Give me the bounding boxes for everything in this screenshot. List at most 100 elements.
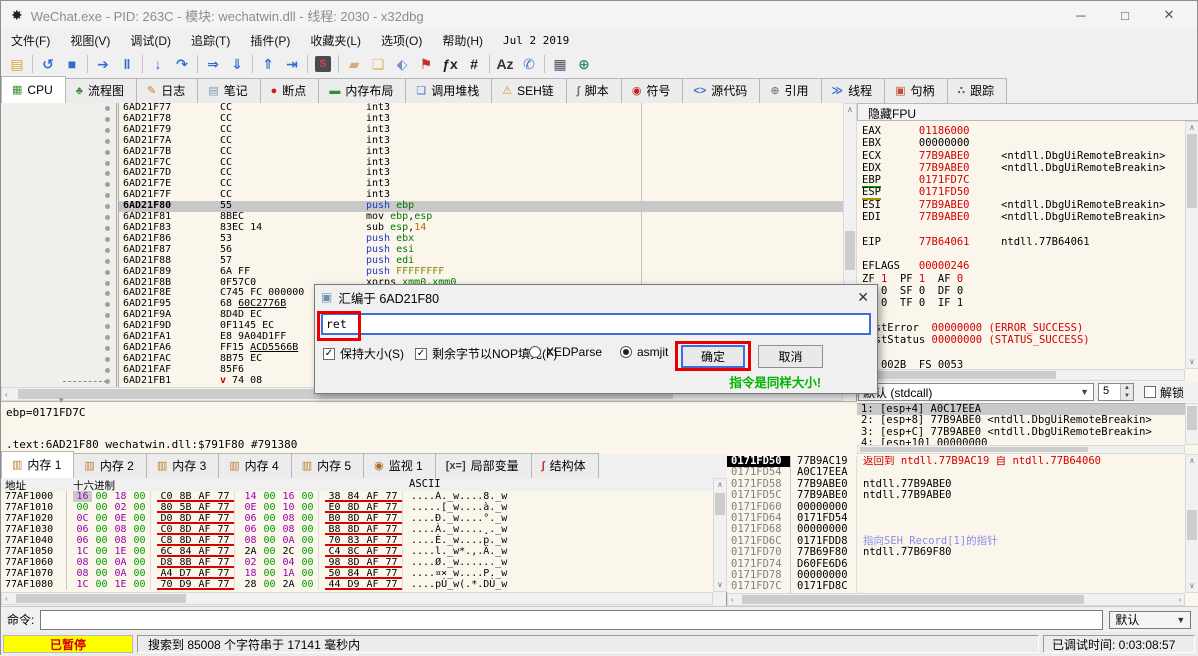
stop-icon[interactable]: ■ bbox=[60, 53, 84, 75]
hex-byte[interactable]: AF bbox=[363, 502, 382, 513]
arguments-vertical-scrollbar[interactable] bbox=[1185, 403, 1198, 445]
hex-byte[interactable]: AF bbox=[363, 524, 382, 535]
hex-byte[interactable]: 16 bbox=[279, 491, 298, 502]
hex-byte[interactable]: D7 bbox=[176, 568, 195, 579]
run-to-user-code-icon[interactable]: ⇥ bbox=[280, 53, 304, 75]
hex-byte[interactable]: 77 bbox=[214, 502, 233, 513]
tab-memory-map[interactable]: ▬内存布局 bbox=[318, 78, 406, 103]
hex-byte[interactable]: 77 bbox=[382, 502, 401, 513]
hex-byte[interactable]: C8 bbox=[157, 535, 176, 546]
hex-byte[interactable]: 00 bbox=[92, 502, 111, 513]
hex-byte[interactable]: 00 bbox=[73, 502, 92, 513]
argument-count-stepper[interactable]: 5 ▲▼ bbox=[1098, 383, 1134, 401]
spin-up-icon[interactable]: ▲ bbox=[1121, 384, 1133, 392]
hex-byte[interactable]: D9 bbox=[176, 579, 195, 590]
hex-byte[interactable]: 02 bbox=[111, 502, 130, 513]
xedparse-option[interactable]: XEDParse bbox=[529, 345, 602, 359]
hex-byte[interactable]: 2A bbox=[241, 546, 260, 557]
register-line[interactable] bbox=[862, 248, 1185, 260]
hex-byte[interactable]: 06 bbox=[73, 524, 92, 535]
run-icon[interactable]: ➔ bbox=[91, 53, 115, 75]
hex-byte[interactable]: AF bbox=[363, 579, 382, 590]
hex-byte[interactable]: 8C bbox=[344, 546, 363, 557]
open-file-icon[interactable]: ▤ bbox=[5, 53, 29, 75]
patch-icon[interactable]: ▰ bbox=[342, 53, 366, 75]
function-icon[interactable]: ƒx bbox=[438, 53, 462, 75]
tab-locals[interactable]: [x=]局部变量 bbox=[435, 453, 532, 478]
breakpoint-dot-icon[interactable] bbox=[105, 193, 110, 198]
hex-byte[interactable]: 77 bbox=[214, 579, 233, 590]
hex-byte[interactable]: 08 bbox=[73, 568, 92, 579]
unlock-checkbox[interactable] bbox=[1144, 386, 1156, 398]
memory-horizontal-scrollbar[interactable]: ‹ bbox=[1, 592, 713, 605]
disasm-row[interactable]: 6AD21F7BCCint3 bbox=[1, 147, 843, 158]
breakpoint-dot-icon[interactable] bbox=[105, 368, 110, 373]
hex-byte[interactable]: 8D bbox=[176, 513, 195, 524]
tab-threads[interactable]: ≫线程 bbox=[821, 78, 886, 103]
hex-byte[interactable]: 77 bbox=[382, 513, 401, 524]
tab-seh[interactable]: ⚠SEH链 bbox=[491, 78, 567, 103]
menu-trace[interactable]: 追踪(T) bbox=[181, 30, 240, 51]
nop-fill-checkbox[interactable]: ✓ bbox=[415, 348, 427, 360]
memory-row[interactable]: 77AF106008000A00D88BAF7702000400988DAF77… bbox=[1, 557, 713, 568]
breakpoint-dot-icon[interactable] bbox=[105, 248, 110, 253]
hex-byte[interactable]: AF bbox=[195, 557, 214, 568]
menu-view[interactable]: 视图(V) bbox=[60, 30, 120, 51]
hex-byte[interactable]: 44 bbox=[325, 579, 344, 590]
breakpoint-dot-icon[interactable] bbox=[105, 171, 110, 176]
close-button[interactable]: ✕ bbox=[1147, 1, 1191, 29]
hex-byte[interactable]: 00 bbox=[130, 491, 149, 502]
register-line[interactable]: CF 0 TF 0 IF 1 bbox=[862, 297, 1185, 309]
hex-byte[interactable]: 00 bbox=[130, 557, 149, 568]
hex-byte[interactable]: 70 bbox=[157, 579, 176, 590]
hex-byte[interactable]: 08 bbox=[279, 524, 298, 535]
hex-byte[interactable]: 77 bbox=[214, 535, 233, 546]
hex-byte[interactable]: 00 bbox=[260, 568, 279, 579]
stack-row[interactable]: 0171FD6C0171FDD8指向SEH_Record[1]的指针 bbox=[727, 536, 1185, 547]
hex-byte[interactable]: 1E bbox=[111, 579, 130, 590]
hex-byte[interactable]: 38 bbox=[325, 491, 344, 502]
register-line[interactable]: EBP 0171FD7C bbox=[862, 174, 1185, 186]
run-until-icon[interactable]: ⇒ bbox=[201, 53, 225, 75]
minimize-button[interactable]: ─ bbox=[1059, 1, 1103, 29]
stack-row[interactable]: 0171FD5877B9ABE0ntdll.77B9ABE0 bbox=[727, 479, 1185, 490]
hex-byte[interactable]: 00 bbox=[298, 524, 317, 535]
hex-byte[interactable]: 14 bbox=[241, 491, 260, 502]
calling-convention-select[interactable]: 默认 (stdcall) ▼ bbox=[858, 383, 1094, 401]
hex-byte[interactable]: 08 bbox=[279, 513, 298, 524]
hex-byte[interactable]: 00 bbox=[92, 513, 111, 524]
hex-byte[interactable]: 0C bbox=[73, 513, 92, 524]
labels-icon[interactable]: ⬖ bbox=[390, 53, 414, 75]
hex-byte[interactable]: C0 bbox=[157, 491, 176, 502]
memory-row[interactable]: 77AF10801C001E0070D9AF7728002A0044D9AF77… bbox=[1, 579, 713, 590]
tab-symbols[interactable]: ◉符号 bbox=[621, 78, 684, 103]
hex-byte[interactable]: AF bbox=[195, 502, 214, 513]
hex-byte[interactable]: 04 bbox=[279, 557, 298, 568]
breakpoint-dot-icon[interactable] bbox=[105, 302, 110, 307]
stack-row[interactable]: 0171FD5C77B9ABE0ntdll.77B9ABE0 bbox=[727, 490, 1185, 501]
register-line[interactable]: EDX 77B9ABE0 <ntdll.DbgUiRemoteBreakin> bbox=[862, 162, 1185, 174]
stack-row[interactable]: 0171FD7077B69F80ntdll.77B69F80 bbox=[727, 547, 1185, 558]
hex-byte[interactable]: 00 bbox=[92, 568, 111, 579]
tab-handles[interactable]: ▣句柄 bbox=[884, 78, 947, 103]
stack-row[interactable]: 0171FD6000000000 bbox=[727, 502, 1185, 513]
hex-byte[interactable]: 06 bbox=[241, 524, 260, 535]
hex-byte[interactable]: 00 bbox=[130, 524, 149, 535]
breakpoint-dot-icon[interactable] bbox=[105, 128, 110, 133]
hex-byte[interactable]: 2C bbox=[279, 546, 298, 557]
memory-rows[interactable]: 77AF100016001800C08BAF77140016003884AF77… bbox=[1, 491, 713, 592]
tab-graph[interactable]: ♣流程图 bbox=[65, 78, 137, 103]
hex-byte[interactable]: 16 bbox=[73, 491, 92, 502]
hex-byte[interactable]: AF bbox=[363, 546, 382, 557]
hex-byte[interactable]: 6C bbox=[157, 546, 176, 557]
memory-row[interactable]: 77AF104006000800C88DAF7708000A007083AF77… bbox=[1, 535, 713, 546]
hex-byte[interactable]: 2A bbox=[279, 579, 298, 590]
registers-vertical-scrollbar[interactable]: ∧ ∨ bbox=[1185, 121, 1198, 369]
menu-help[interactable]: 帮助(H) bbox=[432, 30, 493, 51]
tab-log[interactable]: ✎日志 bbox=[136, 78, 198, 103]
disasm-row[interactable]: 6AD21F7ACCint3 bbox=[1, 136, 843, 147]
register-line[interactable] bbox=[862, 223, 1185, 235]
hex-byte[interactable]: 28 bbox=[241, 579, 260, 590]
memory-vertical-scrollbar[interactable]: ∧ ∨ bbox=[713, 478, 727, 592]
register-line[interactable]: ESP 0171FD50 bbox=[862, 186, 1185, 198]
